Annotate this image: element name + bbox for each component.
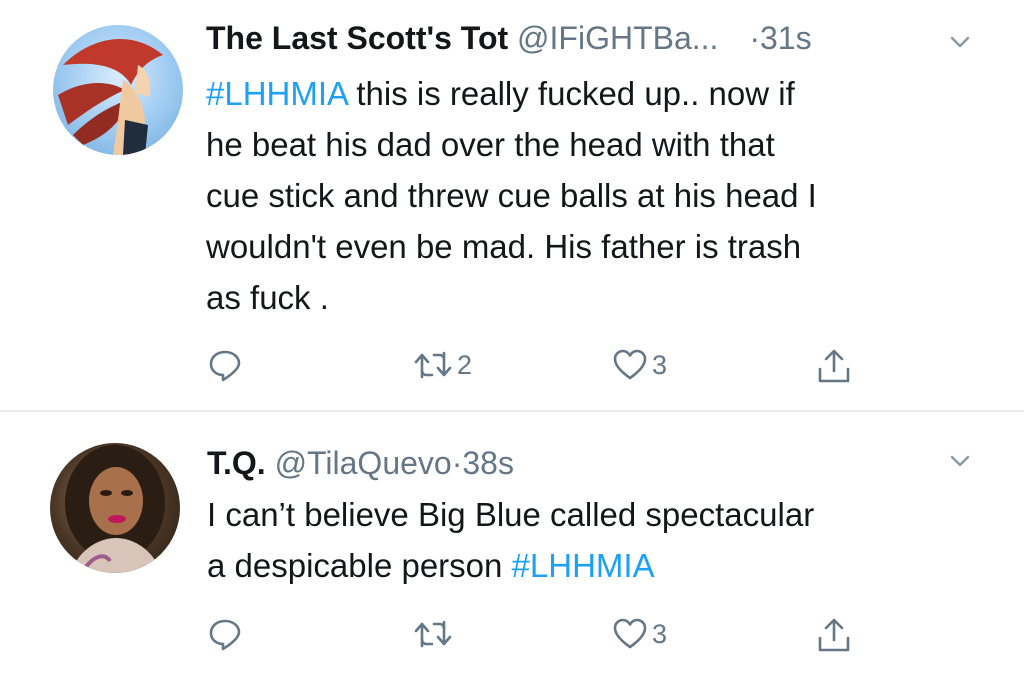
tweet-text-line: I can’t believe Big Blue called spectacu… <box>207 496 815 533</box>
separator-dot: · <box>749 20 760 56</box>
tweet-text-line: #LHHMIA this is really fucked up.. now i… <box>206 68 986 119</box>
tweet-text-line: as fuck . <box>206 279 329 316</box>
tweet-text-line: a despicable person #LHHMIA <box>207 540 987 591</box>
tweet[interactable]: T.Q. @TilaQuevo·38s I can’t believe Big … <box>0 412 1024 693</box>
tweet-text: #LHHMIA this is really fucked up.. now i… <box>206 68 986 323</box>
separator-dot: · <box>451 445 463 481</box>
like-count: 3 <box>652 618 668 649</box>
retweet-count: 2 <box>457 349 473 380</box>
avatar[interactable] <box>50 443 180 573</box>
reply-button[interactable] <box>207 616 243 652</box>
retweet-icon <box>414 351 452 379</box>
share-icon <box>818 349 850 383</box>
like-button[interactable]: 3 <box>612 616 667 652</box>
tweet-text-line: cue stick and threw cue balls at his hea… <box>206 177 817 214</box>
tweet-text-line: wouldn't even be mad. His father is tras… <box>206 228 802 265</box>
display-name[interactable]: T.Q. <box>207 445 266 481</box>
avatar[interactable] <box>53 25 183 155</box>
chevron-down-icon[interactable] <box>945 27 975 57</box>
chevron-down-icon[interactable] <box>945 446 975 476</box>
tweet-actions: 2 3 <box>0 347 1024 391</box>
timestamp[interactable]: 31s <box>760 20 812 56</box>
tweet-text-segment: a despicable person <box>207 547 512 584</box>
retweet-button[interactable] <box>413 616 457 652</box>
tweet[interactable]: The Last Scott's Tot @IFiGHTBa... ·31s #… <box>0 0 1024 410</box>
tweet-text-line: he beat his dad over the head with that <box>206 126 775 163</box>
like-count: 3 <box>652 349 668 380</box>
user-handle[interactable]: @IFiGHTBa... <box>517 20 718 56</box>
hashtag-link[interactable]: #LHHMIA <box>206 75 347 112</box>
retweet-icon <box>414 620 452 648</box>
retweet-button[interactable]: 2 <box>413 347 472 383</box>
tweet-header: T.Q. @TilaQuevo·38s <box>207 443 514 483</box>
reply-icon <box>209 619 241 651</box>
user-handle[interactable]: @TilaQuevo <box>275 445 452 481</box>
timestamp[interactable]: 38s <box>462 445 514 481</box>
tweet-header: The Last Scott's Tot @IFiGHTBa... ·31s <box>206 18 812 58</box>
hashtag-link[interactable]: #LHHMIA <box>512 547 655 584</box>
display-name[interactable]: The Last Scott's Tot <box>206 20 508 56</box>
share-button[interactable] <box>816 616 852 654</box>
like-button[interactable]: 3 <box>612 347 667 383</box>
heart-icon <box>613 349 647 380</box>
tweet-text-segment: this is really fucked up.. now if <box>347 75 795 112</box>
tweet-actions: 3 <box>0 616 1024 660</box>
avatar-image <box>65 445 165 573</box>
share-button[interactable] <box>816 347 852 385</box>
heart-icon <box>613 618 647 649</box>
tweet-text: I can’t believe Big Blue called spectacu… <box>207 489 987 591</box>
reply-icon <box>209 350 241 382</box>
avatar-image <box>58 38 163 155</box>
reply-button[interactable] <box>207 347 243 383</box>
share-icon <box>818 618 850 652</box>
